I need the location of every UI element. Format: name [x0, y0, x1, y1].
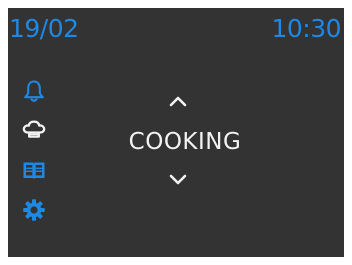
chef-hat-icon[interactable]	[22, 117, 46, 141]
gear-icon-graphic	[23, 199, 45, 221]
bell-icon-graphic	[24, 80, 44, 102]
gear-icon[interactable]	[22, 198, 46, 222]
chef-hat-icon-graphic	[22, 120, 46, 138]
date-display: 19/02	[9, 14, 79, 43]
current-mode-label[interactable]: COOKING	[108, 127, 262, 157]
chevron-down-icon	[169, 174, 187, 185]
scroll-up-arrow-icon[interactable]	[169, 95, 187, 107]
chevron-up-icon	[169, 96, 187, 107]
device-screen: 19/02 10:30 COOKING	[8, 8, 344, 257]
book-icon[interactable]	[22, 158, 46, 182]
book-icon-graphic	[23, 162, 45, 180]
scroll-down-arrow-icon[interactable]	[169, 174, 187, 186]
bell-icon[interactable]	[22, 79, 46, 103]
time-display: 10:30	[271, 14, 341, 43]
